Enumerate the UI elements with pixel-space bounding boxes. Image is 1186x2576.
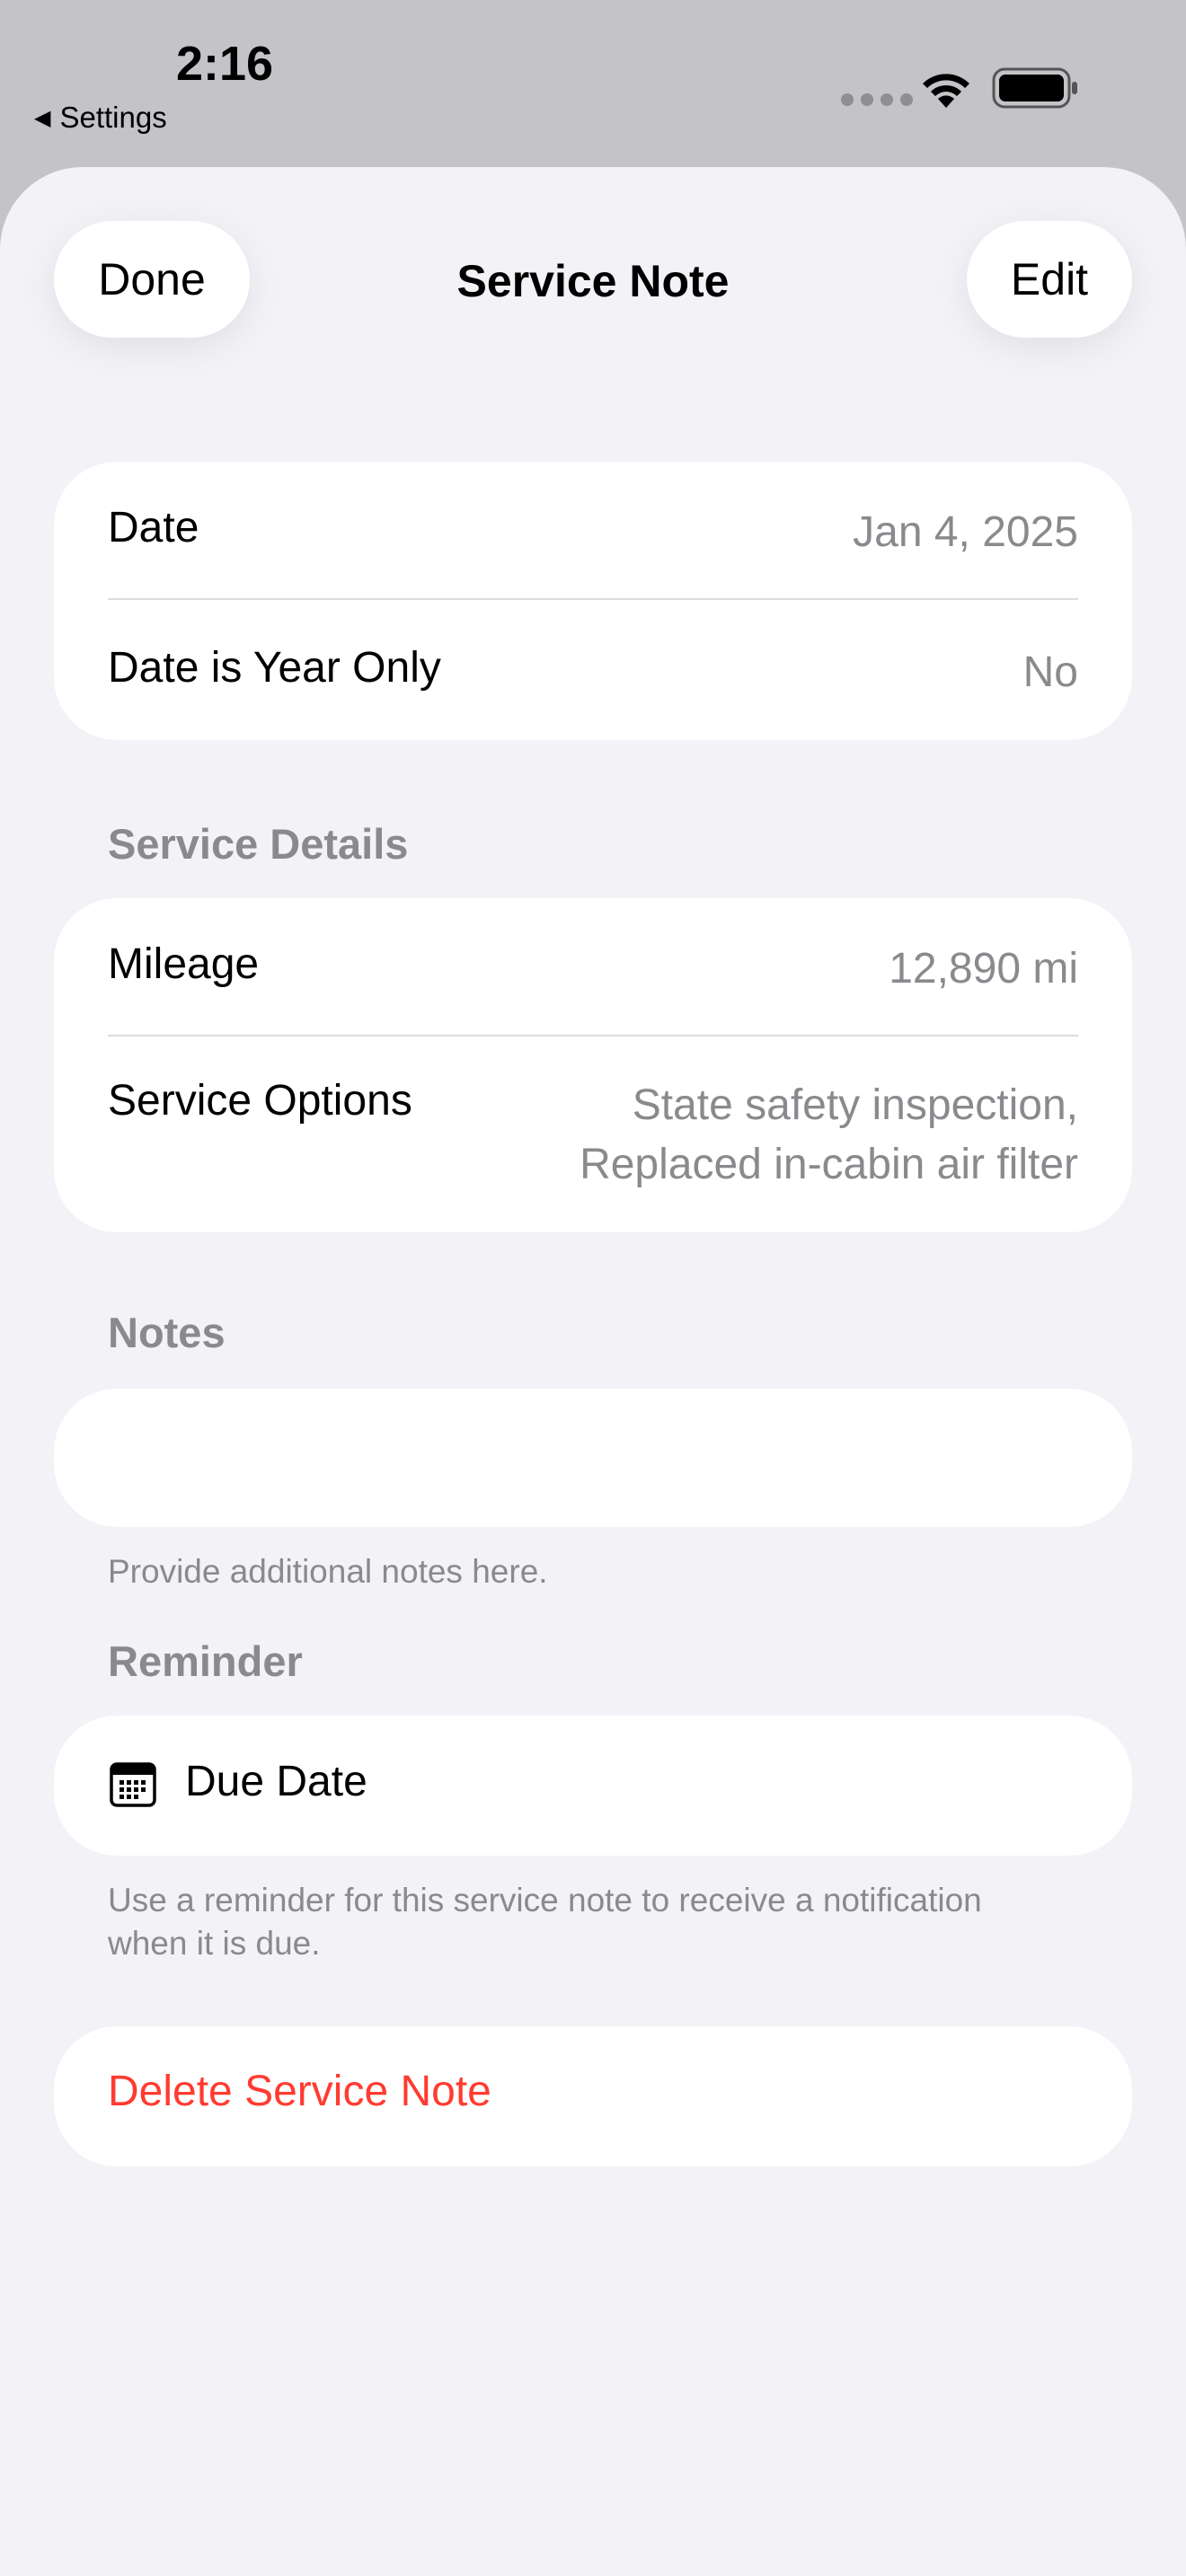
due-date-label: Due Date — [185, 1758, 367, 1805]
status-bar: 2:16 ◀ Settings — [0, 0, 1186, 167]
back-arrow-icon: ◀ — [34, 105, 51, 130]
battery-icon — [992, 67, 1077, 109]
date-year-only-value: No — [1022, 648, 1078, 696]
service-note-sheet: Done Service Note Edit Date Jan 4, 2025 … — [0, 167, 1186, 2576]
notes-footer: Provide additional notes here. — [108, 1553, 548, 1590]
reminder-footer: Use a reminder for this service note to … — [108, 1882, 982, 1962]
due-date-row[interactable]: Due Date — [54, 1716, 1132, 1856]
calendar-icon — [110, 1762, 156, 1807]
mileage-value: 12,890 mi — [889, 945, 1078, 992]
cellular-signal-icon — [841, 93, 920, 106]
back-to-settings-link[interactable]: ◀ Settings — [34, 101, 167, 135]
date-label: Date — [108, 504, 199, 551]
wifi-icon — [923, 74, 969, 108]
service-options-line: Replaced in-cabin air filter — [580, 1141, 1078, 1188]
date-value: Jan 4, 2025 — [853, 508, 1078, 556]
divider — [108, 1035, 1078, 1037]
service-options-line: State safety inspection, — [632, 1081, 1078, 1129]
back-app-label: Settings — [59, 101, 167, 134]
service-details-card: Mileage 12,890 mi Service Options State … — [54, 898, 1132, 1232]
service-options-value: State safety inspection, Replaced in-cab… — [580, 1076, 1078, 1195]
notes-field[interactable] — [54, 1389, 1132, 1527]
mileage-row[interactable]: Mileage 12,890 mi — [108, 940, 1078, 999]
delete-service-note-label: Delete Service Note — [108, 2068, 491, 2115]
divider — [108, 598, 1078, 600]
mileage-label: Mileage — [108, 940, 260, 988]
service-options-label: Service Options — [108, 1077, 412, 1125]
date-year-only-row[interactable]: Date is Year Only No — [108, 643, 1078, 702]
service-details-header: Service Details — [108, 820, 409, 868]
delete-service-note-button[interactable]: Delete Service Note — [54, 2026, 1132, 2166]
date-row[interactable]: Date Jan 4, 2025 — [108, 503, 1078, 562]
edit-button[interactable]: Edit — [967, 221, 1132, 338]
reminder-header: Reminder — [108, 1637, 303, 1685]
notes-header: Notes — [108, 1309, 226, 1356]
service-options-row[interactable]: Service Options State safety inspection,… — [108, 1076, 1078, 1195]
status-time: 2:16 — [176, 37, 274, 91]
date-year-only-label: Date is Year Only — [108, 644, 441, 692]
date-card: Date Jan 4, 2025 Date is Year Only No — [54, 462, 1132, 740]
